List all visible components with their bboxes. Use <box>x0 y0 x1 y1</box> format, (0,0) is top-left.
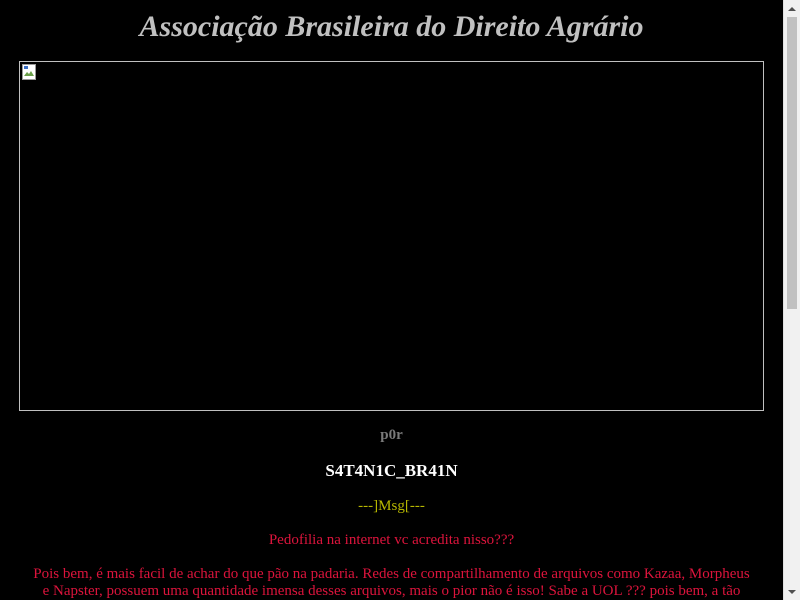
author-name: S4T4N1C_BR41N <box>325 461 458 480</box>
chevron-down-icon <box>788 589 796 594</box>
chevron-up-icon <box>788 6 796 11</box>
scrollbar-thumb[interactable] <box>787 17 797 309</box>
msg-label: ---]Msg[--- <box>358 498 425 514</box>
page-title: Associação Brasileira do Direito Agrário <box>139 10 644 43</box>
scroll-up-button[interactable] <box>784 0 800 17</box>
paragraph-line: e Napster, possuem uma quantidade imensa… <box>42 583 741 599</box>
banner-image <box>19 61 764 411</box>
message-paragraph: Pois bem, é mais facil de achar do que p… <box>0 566 783 600</box>
vertical-scrollbar[interactable] <box>783 0 800 600</box>
question-text: Pedofilia na internet vc acredita nisso?… <box>268 532 515 548</box>
page-viewport: Associação Brasileira do Direito Agrário… <box>0 0 783 600</box>
paragraph-line: Pois bem, é mais facil de achar do que p… <box>33 566 750 582</box>
by-label: p0r <box>380 427 403 443</box>
broken-image-icon <box>22 64 36 80</box>
scroll-down-button[interactable] <box>784 583 800 600</box>
